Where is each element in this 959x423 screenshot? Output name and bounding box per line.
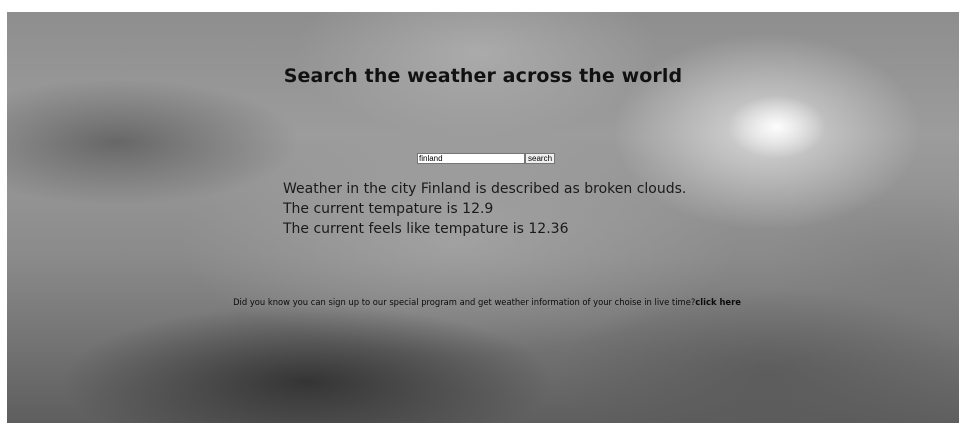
search-input[interactable] <box>417 153 525 164</box>
current-temperature: The current tempature is 12.9 <box>283 201 494 217</box>
weather-page: Search the weather across the world sear… <box>7 12 959 423</box>
search-form: search <box>417 153 556 164</box>
weather-results: Weather in the city Finland is described… <box>283 179 686 239</box>
search-button[interactable]: search <box>525 153 556 164</box>
feels-like-temperature: The current feels like tempature is 12.3… <box>283 221 569 237</box>
promo-message: Did you know you can sign up to our spec… <box>7 297 959 307</box>
page-title: Search the weather across the world <box>283 65 683 87</box>
weather-description: Weather in the city Finland is described… <box>283 181 687 197</box>
click-here-link[interactable]: click here <box>695 297 741 307</box>
promo-text: Did you know you can sign up to our spec… <box>233 297 696 307</box>
